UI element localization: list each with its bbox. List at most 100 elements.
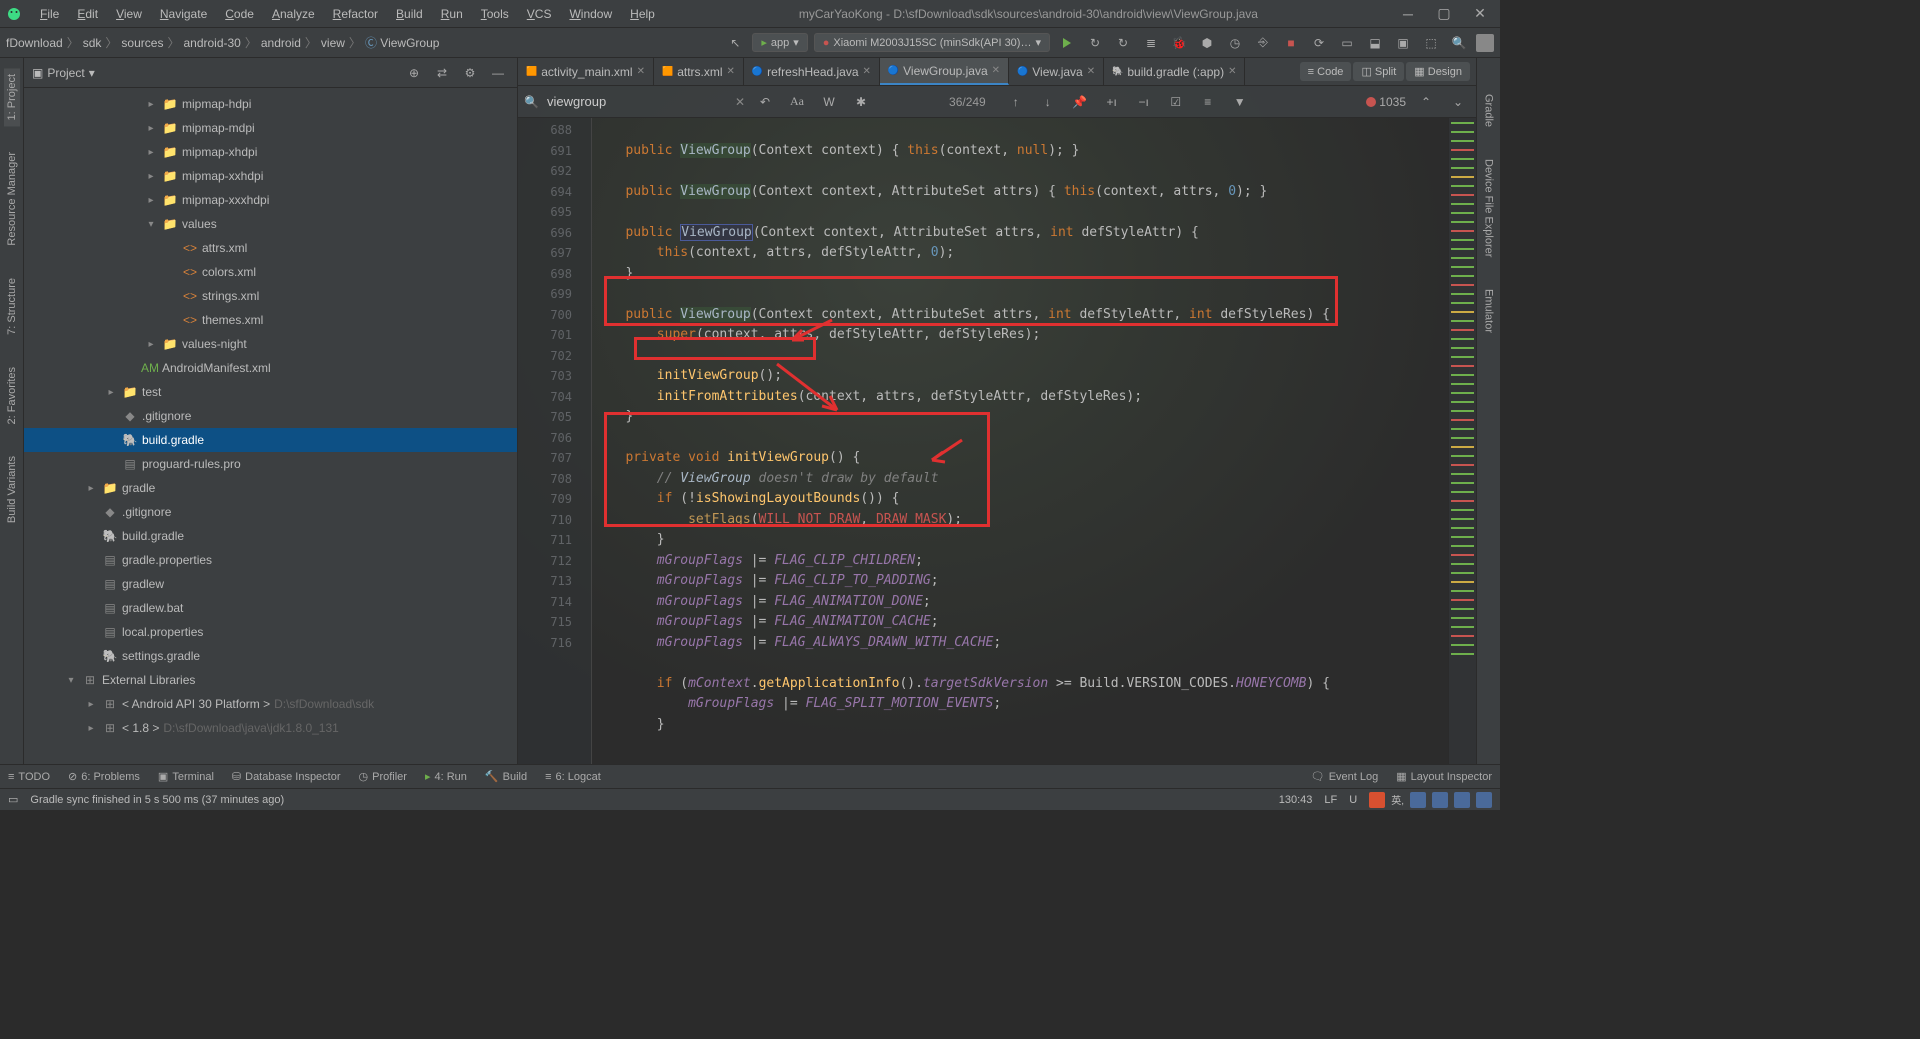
tree-item[interactable]: <>themes.xml [24, 308, 517, 332]
database-tab[interactable]: ⛁ Database Inspector [232, 770, 341, 783]
debug-button[interactable]: ≣ [1140, 32, 1162, 54]
project-view-selector[interactable]: ▣ Project ▾ [32, 66, 95, 80]
tree-item[interactable]: <>colors.xml [24, 260, 517, 284]
menu-tools[interactable]: Tools [473, 4, 517, 24]
tree-item[interactable]: ▸📁values-night [24, 332, 517, 356]
editor-tab[interactable]: 🔵refreshHead.java✕ [744, 58, 880, 85]
editor-tab[interactable]: 🔵ViewGroup.java✕ [880, 58, 1009, 85]
menu-edit[interactable]: Edit [69, 4, 106, 24]
close-tab-icon[interactable]: ✕ [1087, 66, 1095, 77]
expand-all-icon[interactable]: ⇄ [431, 62, 453, 84]
tree-item[interactable]: ▸📁mipmap-xhdpi [24, 140, 517, 164]
tree-item[interactable]: ▤proguard-rules.pro [24, 452, 517, 476]
run-config-dropdown[interactable]: ▸app ▾ [752, 33, 807, 52]
menu-view[interactable]: View [108, 4, 150, 24]
tray-icon-3[interactable] [1454, 792, 1470, 808]
left-tab-4[interactable]: Build Variants [4, 450, 20, 529]
tree-item[interactable]: ▸📁mipmap-xxxhdpi [24, 188, 517, 212]
tree-item[interactable]: ▸📁mipmap-mdpi [24, 116, 517, 140]
code-view-button[interactable]: ≡ Code [1300, 62, 1352, 81]
tree-item[interactable]: ▤gradlew.bat [24, 596, 517, 620]
close-tab-icon[interactable]: ✕ [992, 65, 1000, 76]
close-tab-icon[interactable]: ✕ [727, 66, 735, 77]
words-icon[interactable]: W [817, 90, 841, 114]
breadcrumb-item[interactable]: sdk [83, 36, 102, 50]
remove-selection-icon[interactable]: −ı [1132, 90, 1156, 114]
problems-tab[interactable]: ⊘ 6: Problems [68, 770, 140, 783]
design-view-button[interactable]: ▦ Design [1406, 62, 1470, 81]
menu-navigate[interactable]: Navigate [152, 4, 215, 24]
encoding[interactable]: U [1349, 794, 1357, 806]
tree-item[interactable]: <>attrs.xml [24, 236, 517, 260]
debug-icon[interactable]: 🐞 [1168, 32, 1190, 54]
tree-item[interactable]: 🐘build.gradle [24, 524, 517, 548]
device-manager-button[interactable]: ▣ [1392, 32, 1414, 54]
attach-button[interactable]: ⎆ [1252, 32, 1274, 54]
coverage-button[interactable]: ⬢ [1196, 32, 1218, 54]
breadcrumb-item[interactable]: android-30 [183, 36, 240, 50]
tree-item[interactable]: ▸⊞< 1.8 > D:\sfDownload\java\jdk1.8.0_13… [24, 716, 517, 740]
left-tab-2[interactable]: 7: Structure [4, 272, 20, 341]
sync-button[interactable]: ⟳ [1308, 32, 1330, 54]
line-separator[interactable]: LF [1324, 794, 1337, 806]
filter-icon[interactable]: ▼ [1228, 90, 1252, 114]
back-button[interactable]: ↖ [724, 32, 746, 54]
hide-panel-icon[interactable]: — [487, 62, 509, 84]
eventlog-tab[interactable]: 🗨 Event Log [1311, 770, 1379, 783]
collapse-up-icon[interactable]: ⌃ [1414, 90, 1438, 114]
menu-refactor[interactable]: Refactor [325, 4, 386, 24]
tree-item[interactable]: ▸📁mipmap-hdpi [24, 92, 517, 116]
match-case-icon[interactable]: Aa [785, 90, 809, 114]
logcat-tab[interactable]: ≡ 6: Logcat [545, 771, 601, 783]
left-tab-1[interactable]: Resource Manager [4, 146, 20, 252]
breadcrumb-item[interactable]: view [321, 36, 345, 50]
right-tab-2[interactable]: Emulator [1481, 283, 1497, 339]
rerun-button[interactable]: ↻ [1084, 32, 1106, 54]
find-up-icon[interactable]: ↑ [1004, 90, 1028, 114]
run-button[interactable] [1056, 32, 1078, 54]
user-icon[interactable] [1476, 34, 1494, 52]
menu-build[interactable]: Build [388, 4, 431, 24]
run-tab[interactable]: ▸ 4: Run [425, 770, 467, 783]
tree-item[interactable]: ▸📁gradle [24, 476, 517, 500]
settings-icon[interactable]: ⚙ [459, 62, 481, 84]
status-menu-icon[interactable]: ▭ [8, 793, 18, 806]
menu-analyze[interactable]: Analyze [264, 4, 323, 24]
find-down-icon[interactable]: ↓ [1036, 90, 1060, 114]
tray-icon-4[interactable] [1476, 792, 1492, 808]
tree-item[interactable]: ▾📁values [24, 212, 517, 236]
tray-icon-2[interactable] [1432, 792, 1448, 808]
editor-tab[interactable]: 🔵View.java✕ [1009, 58, 1104, 85]
clear-search-icon[interactable]: ✕ [735, 95, 745, 109]
prev-occurrence-icon[interactable]: ↶ [753, 90, 777, 114]
menu-code[interactable]: Code [217, 4, 262, 24]
menu-run[interactable]: Run [433, 4, 471, 24]
menu-help[interactable]: Help [622, 4, 663, 24]
breadcrumb-item[interactable]: android [261, 36, 301, 50]
menu-vcs[interactable]: VCS [519, 4, 560, 24]
regex-icon[interactable]: ✱ [849, 90, 873, 114]
tree-item[interactable]: 🐘build.gradle [24, 428, 517, 452]
menu-file[interactable]: File [32, 4, 67, 24]
tray-icon-1[interactable] [1410, 792, 1426, 808]
pin-icon[interactable]: 📌 [1068, 90, 1092, 114]
stop-button[interactable]: ■ [1280, 32, 1302, 54]
close-tab-icon[interactable]: ✕ [1228, 66, 1236, 77]
tree-item[interactable]: ◆.gitignore [24, 404, 517, 428]
layout-inspector-tab[interactable]: ▦ Layout Inspector [1396, 770, 1492, 783]
tree-item[interactable]: 🐘settings.gradle [24, 644, 517, 668]
editor-tab[interactable]: 🐘build.gradle (:app)✕ [1104, 58, 1245, 85]
device-dropdown[interactable]: ●Xiaomi M2003J15SC (minSdk(API 30)… ▾ [814, 33, 1050, 52]
tree-item[interactable]: ▤gradle.properties [24, 548, 517, 572]
maximize-button[interactable]: ▢ [1430, 3, 1458, 25]
profiler-tab[interactable]: ◷ Profiler [359, 770, 407, 783]
right-tab-1[interactable]: Device File Explorer [1481, 153, 1497, 263]
collapse-down-icon[interactable]: ⌄ [1446, 90, 1470, 114]
left-tab-0[interactable]: 1: Project [4, 68, 20, 126]
split-view-button[interactable]: ◫ Split [1353, 62, 1404, 81]
breadcrumb-item[interactable]: fDownload [6, 36, 63, 50]
tree-item[interactable]: ◆.gitignore [24, 500, 517, 524]
tree-item[interactable]: ▸📁mipmap-xxhdpi [24, 164, 517, 188]
project-tree[interactable]: ▸📁mipmap-hdpi▸📁mipmap-mdpi▸📁mipmap-xhdpi… [24, 88, 517, 764]
code-editor[interactable]: public ViewGroup(Context context) { this… [592, 118, 1448, 764]
